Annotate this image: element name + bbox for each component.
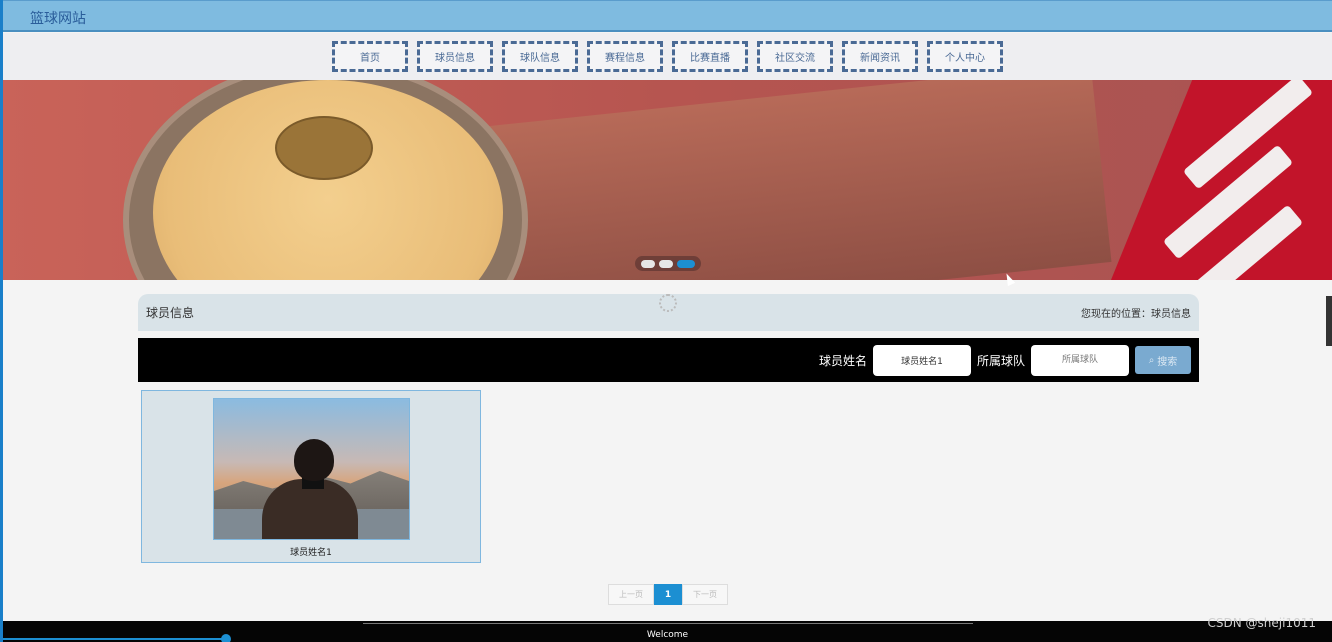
watermark: CSDN @sheji1011 (1207, 616, 1316, 630)
nav-item-profile[interactable]: 个人中心 (927, 41, 1003, 72)
carousel-dot[interactable] (659, 259, 673, 268)
next-page-button[interactable]: 下一页 (682, 584, 728, 605)
nav-item-home[interactable]: 首页 (332, 41, 408, 72)
main-nav: 首页 球员信息 球队信息 赛程信息 比赛直播 社区交流 新闻资讯 个人中心 (3, 33, 1332, 80)
footer: Welcome (3, 621, 1332, 642)
current-page-button[interactable]: 1 (654, 584, 682, 605)
footer-divider (363, 623, 973, 624)
player-photo[interactable] (213, 398, 410, 540)
carousel-dots (635, 256, 701, 271)
nav-item-community[interactable]: 社区交流 (757, 41, 833, 72)
site-title[interactable]: 篮球网站 (30, 8, 86, 28)
loading-spinner-icon (659, 294, 677, 312)
nav-item-players[interactable]: 球员信息 (417, 41, 493, 72)
banner-image-discus-hub (275, 116, 373, 180)
nav-item-schedule[interactable]: 赛程信息 (587, 41, 663, 72)
banner-carousel[interactable] (3, 80, 1332, 280)
team-label: 所属球队 (976, 353, 1025, 368)
nav-item-news[interactable]: 新闻资讯 (842, 41, 918, 72)
player-card[interactable]: 球员姓名1 (141, 390, 481, 563)
breadcrumb-location-value[interactable]: 球员信息 (1151, 309, 1191, 320)
team-input[interactable] (1031, 344, 1129, 376)
carousel-dot-active[interactable] (677, 259, 695, 268)
search-button[interactable]: ⌕ 搜索 (1135, 346, 1191, 374)
pagination: 上一页 1 下一页 (608, 584, 728, 605)
breadcrumb-location: 您现在的位置：球员信息 (1081, 305, 1191, 320)
progress-handle[interactable] (221, 634, 231, 642)
search-icon: ⌕ (1148, 354, 1155, 366)
breadcrumb-location-label: 您现在的位置： (1081, 309, 1151, 320)
carousel-dot[interactable] (641, 259, 655, 268)
scrollbar-thumb[interactable] (1326, 296, 1332, 346)
prev-page-button[interactable]: 上一页 (608, 584, 654, 605)
photo-person-head (294, 439, 334, 481)
nav-item-live[interactable]: 比赛直播 (672, 41, 748, 72)
page-title: 球员信息 (146, 306, 195, 320)
top-bar: 篮球网站 (3, 0, 1332, 32)
search-button-label: 搜索 (1157, 356, 1178, 368)
search-bar: 球员姓名 所属球队 ⌕ 搜索 (138, 338, 1199, 382)
content-area: 球员信息 您现在的位置：球员信息 球员姓名 所属球队 ⌕ 搜索 (138, 294, 1199, 382)
player-name[interactable]: 球员姓名1 (142, 545, 480, 558)
player-name-label: 球员姓名 (818, 353, 867, 368)
player-name-input[interactable] (872, 344, 971, 376)
progress-bar[interactable] (3, 638, 225, 640)
nav-item-teams[interactable]: 球队信息 (502, 41, 578, 72)
